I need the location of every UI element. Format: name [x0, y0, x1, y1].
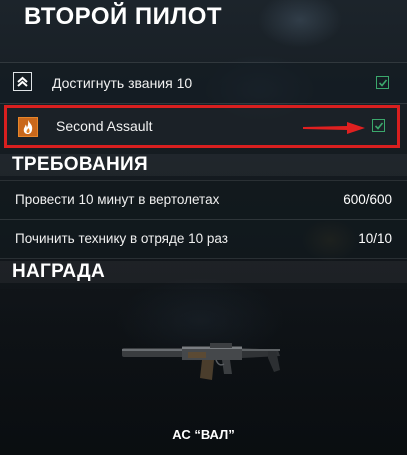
requirement-row: Провести 10 минут в вертолетах 600/600 [0, 180, 407, 220]
completed-checkbox [372, 119, 385, 132]
requirement-label: Провести 10 минут в вертолетах [15, 192, 220, 207]
objective-row-rank[interactable]: Достигнуть звания 10 [0, 62, 407, 104]
flame-dlc-icon [18, 117, 38, 137]
requirements-title: ТРЕБОВАНИЯ [12, 154, 148, 175]
objectives-list: Достигнуть звания 10 [0, 62, 407, 104]
completed-checkbox [376, 76, 389, 89]
objective-label: Second Assault [56, 118, 153, 134]
page-title: ВТОРОЙ ПИЛОТ [24, 3, 223, 30]
requirement-progress: 600/600 [343, 192, 392, 207]
reward-title: НАГРАДА [12, 261, 105, 282]
objective-label: Достигнуть звания 10 [52, 75, 193, 91]
requirement-label: Починить технику в отряде 10 раз [15, 231, 228, 246]
requirement-row: Починить технику в отряде 10 раз 10/10 [0, 219, 407, 259]
annotation-arrow-icon [303, 122, 365, 134]
rifle-icon [122, 343, 280, 380]
rank-chevron-icon [13, 72, 32, 91]
reward-name: АС “ВАЛ” [172, 427, 235, 442]
requirement-progress: 10/10 [358, 231, 392, 246]
